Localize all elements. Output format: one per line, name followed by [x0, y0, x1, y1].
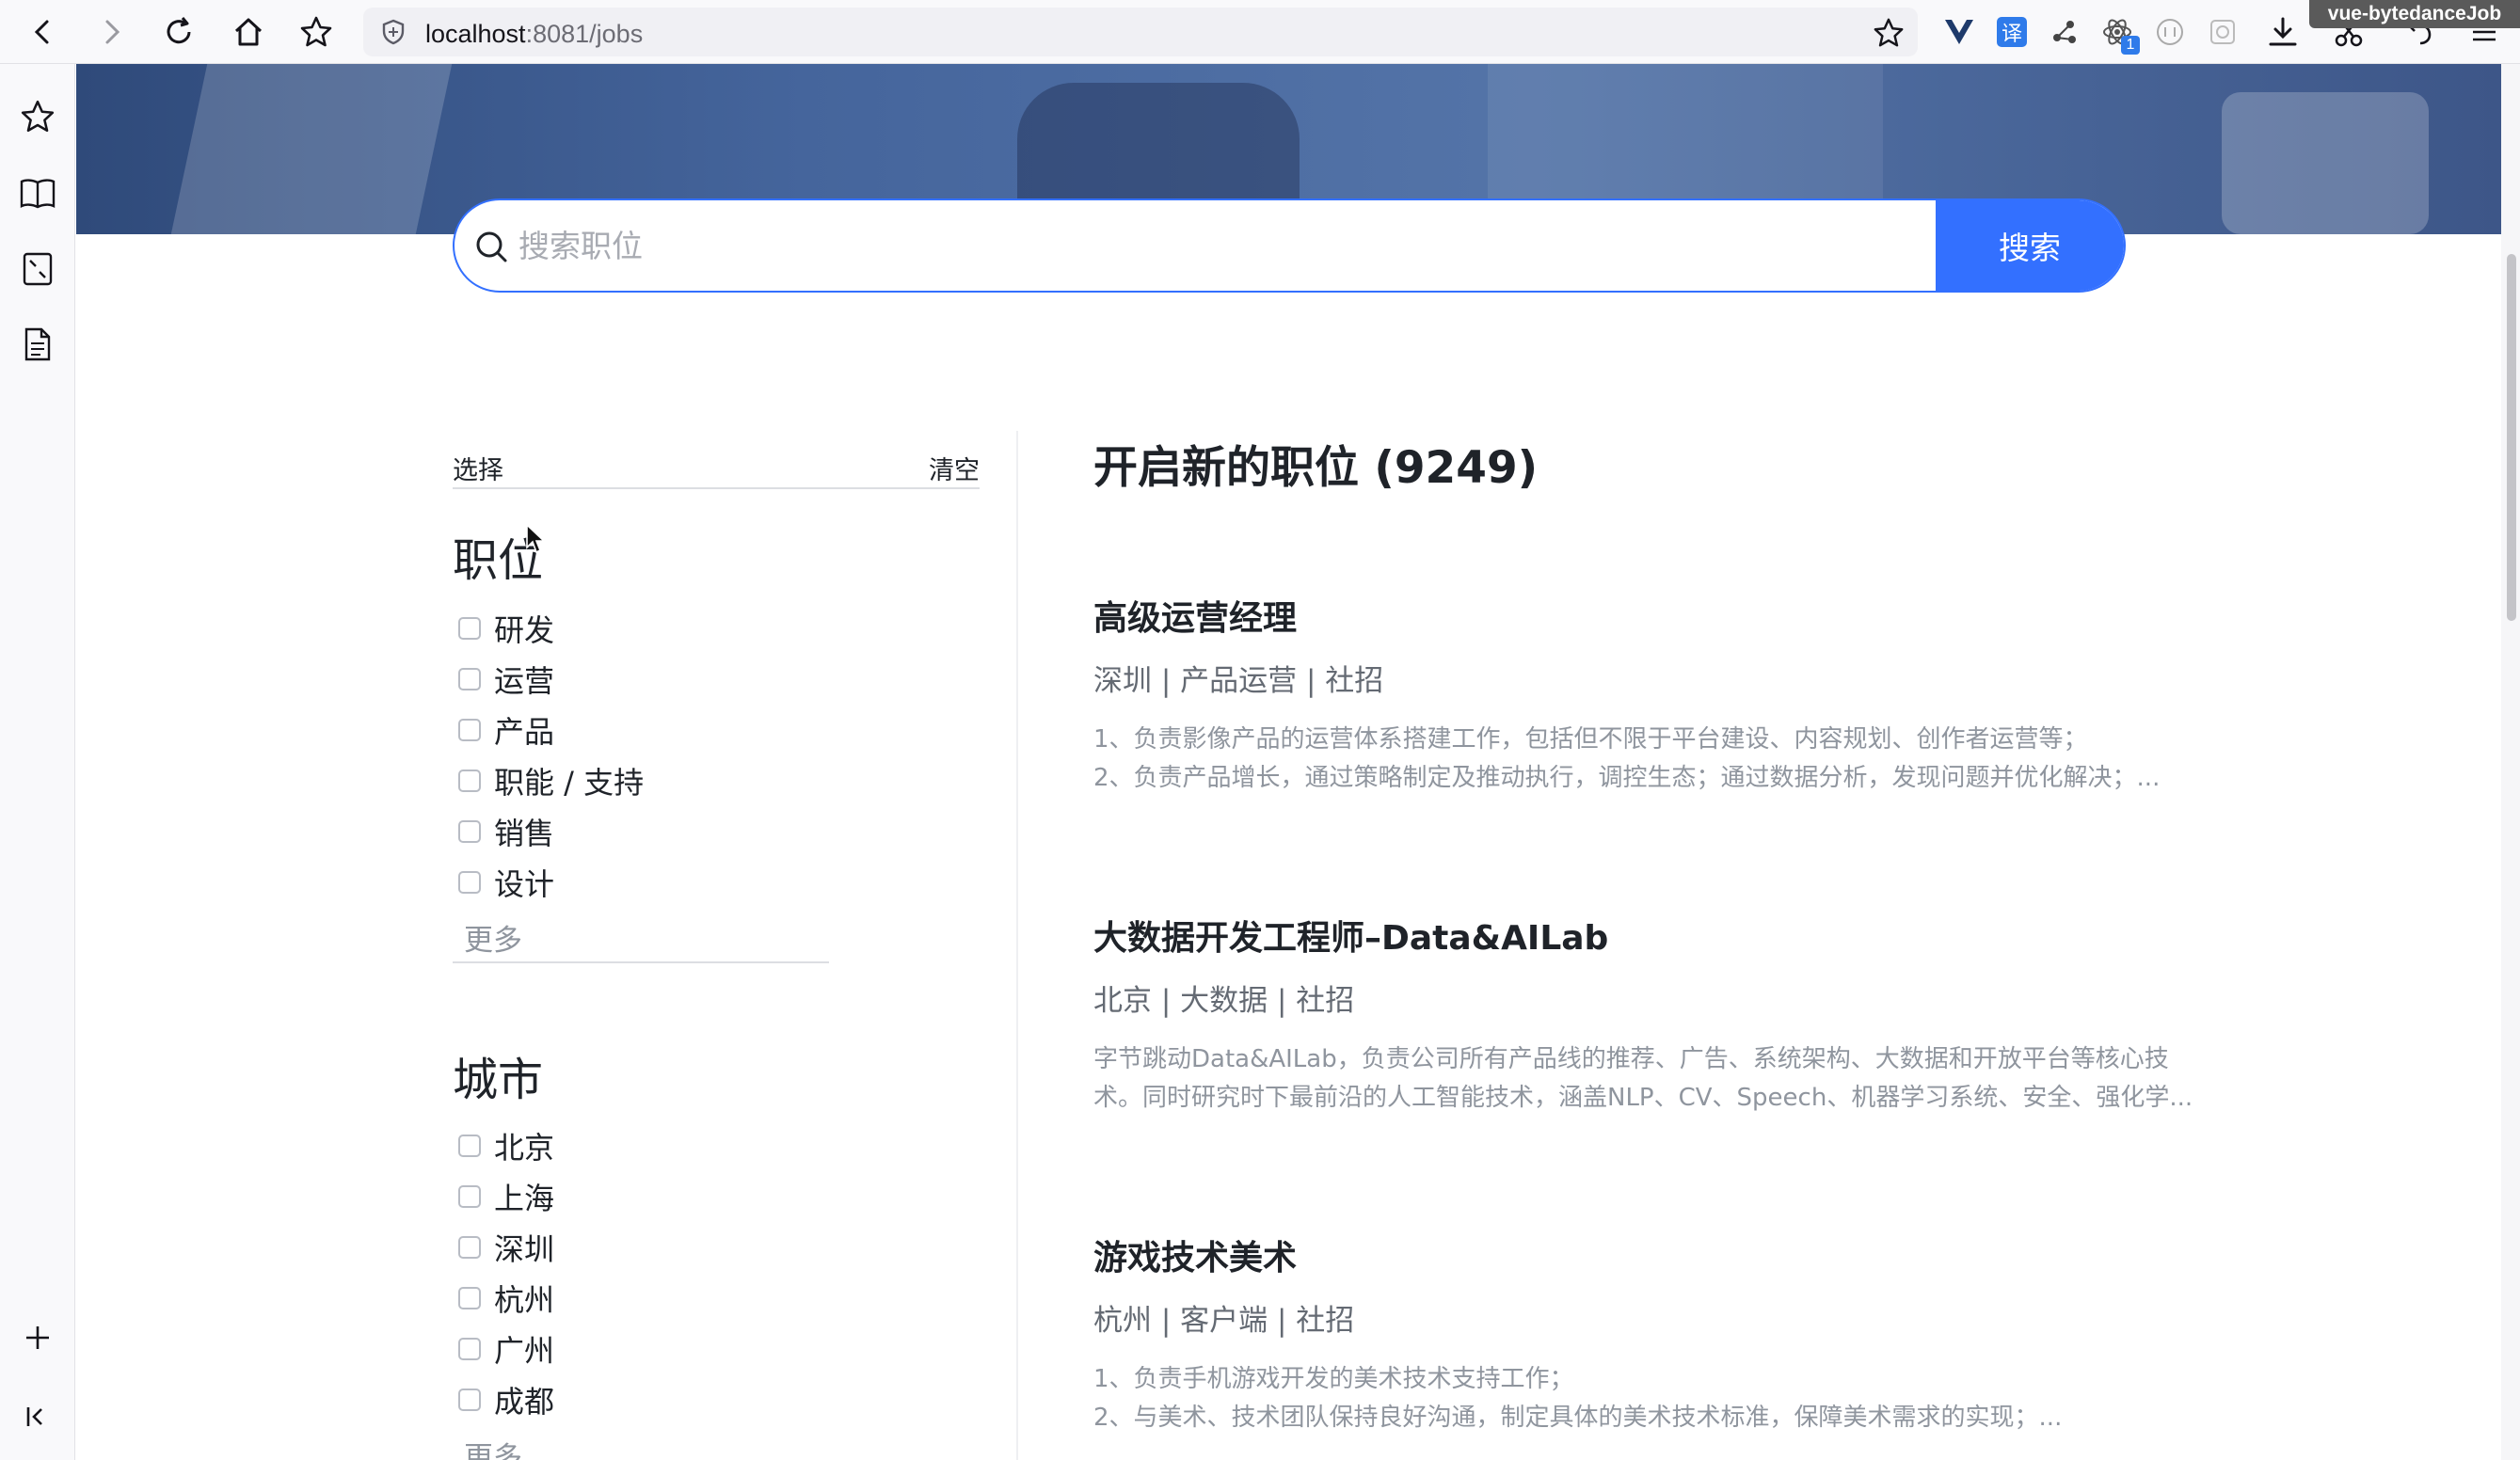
checkbox[interactable]: [458, 1236, 481, 1259]
position-option[interactable]: 职能 / 支持: [458, 762, 644, 801]
job-search-bar: 搜索: [453, 198, 2126, 293]
position-option[interactable]: 设计: [458, 864, 554, 902]
city-option[interactable]: 上海: [458, 1178, 554, 1216]
search-input[interactable]: [518, 200, 1836, 291]
checkbox[interactable]: [458, 719, 481, 741]
checkbox[interactable]: [458, 617, 481, 640]
reload-icon[interactable]: [156, 9, 201, 55]
position-option[interactable]: 研发: [458, 610, 554, 648]
position-option[interactable]: 产品: [458, 711, 554, 750]
react-devtools-icon[interactable]: 1: [2095, 9, 2140, 55]
position-more-link[interactable]: 更多: [464, 916, 522, 959]
checkbox[interactable]: [458, 1135, 481, 1157]
city-more-link[interactable]: 更多: [464, 1434, 522, 1460]
extension-tooltip: vue-bytedanceJob: [2309, 0, 2520, 28]
sidebar-bookmarks-star-icon[interactable]: [15, 94, 60, 139]
city-filter-title: 城市: [453, 1054, 544, 1106]
position-option[interactable]: 销售: [458, 813, 554, 851]
sidebar-add-icon[interactable]: [15, 1315, 60, 1360]
checkbox[interactable]: [458, 1338, 481, 1360]
search-button[interactable]: 搜索: [1936, 200, 2124, 291]
job-title[interactable]: 游戏技术美术: [1093, 1230, 1297, 1279]
job-meta: 杭州 | 客户端 | 社招: [1093, 1304, 1355, 1338]
sidebar-notes-icon[interactable]: [15, 322, 60, 367]
page-content: 搜索 选择 清空 职位 研发 运营 产品 职能 / 支持 销售 设计 更多 城市…: [76, 64, 2502, 1460]
filter-header: 选择 清空: [453, 431, 980, 489]
checkbox[interactable]: [458, 1185, 481, 1208]
checkbox[interactable]: [458, 820, 481, 843]
download-icon[interactable]: [2260, 9, 2305, 55]
sidebar-reading-book-icon[interactable]: [15, 171, 60, 216]
position-option[interactable]: 运营: [458, 660, 554, 699]
browser-sidebar: [0, 64, 75, 1460]
sidebar-screenshot-icon[interactable]: [15, 246, 60, 292]
url-text: localhost:8081/jobs: [425, 20, 644, 48]
back-icon[interactable]: [21, 9, 66, 55]
city-option[interactable]: 北京: [458, 1127, 554, 1166]
home-icon[interactable]: [226, 9, 271, 55]
city-option[interactable]: 杭州: [458, 1279, 554, 1318]
mouse-cursor-icon: [526, 523, 547, 554]
site-shield-icon[interactable]: [380, 19, 407, 49]
extension-count-badge: 1: [2121, 36, 2140, 55]
filter-select-label: 选择: [453, 456, 503, 485]
job-title[interactable]: 大数据开发工程师–Data&AILab: [1093, 911, 1608, 960]
checkbox[interactable]: [458, 1287, 481, 1309]
city-option[interactable]: 广州: [458, 1330, 554, 1369]
filter-clear-button[interactable]: 清空: [929, 450, 980, 486]
page-scrollbar-thumb[interactable]: [2507, 254, 2516, 621]
forward-icon[interactable]: [88, 9, 134, 55]
city-option[interactable]: 深圳: [458, 1229, 554, 1267]
search-icon: [476, 231, 507, 262]
checkbox[interactable]: [458, 770, 481, 792]
translate-icon[interactable]: 译: [1989, 9, 2034, 55]
vue-devtools-icon[interactable]: [1937, 9, 1982, 55]
extension-puzzle-icon[interactable]: [2200, 9, 2245, 55]
extension-circle-icon[interactable]: [2147, 9, 2193, 55]
job-description: 字节跳动Data&AILab，负责公司所有产品线的推荐、广告、系统架构、大数据和…: [1093, 1045, 2193, 1112]
job-count-heading: 开启新的职位 (9249): [1093, 442, 1539, 494]
bookmark-star-icon[interactable]: [294, 9, 339, 55]
sidebar-collapse-icon[interactable]: [15, 1394, 60, 1439]
city-option[interactable]: 成都: [458, 1381, 554, 1420]
checkbox[interactable]: [458, 1389, 481, 1411]
divider: [453, 961, 829, 963]
browser-toolbar: localhost:8081/jobs 译 1 vue-bytedanceJob: [0, 0, 2520, 64]
share-nodes-icon[interactable]: [2042, 9, 2087, 55]
address-bar[interactable]: localhost:8081/jobs: [363, 8, 1918, 56]
bookmark-page-star-icon[interactable]: [1873, 17, 1905, 53]
checkbox[interactable]: [458, 871, 481, 894]
job-meta: 深圳 | 产品运营 | 社招: [1093, 664, 1384, 698]
column-divider: [1016, 431, 1018, 1460]
job-title[interactable]: 高级运营经理: [1093, 591, 1297, 640]
checkbox[interactable]: [458, 668, 481, 690]
job-description: 1、负责影像产品的运营体系搭建工作，包括但不限于平台建设、内容规划、创作者运营等…: [1093, 725, 2161, 792]
job-meta: 北京 | 大数据 | 社招: [1093, 984, 1355, 1018]
job-description: 1、负责手机游戏开发的美术技术支持工作； 2、与美术、技术团队保持良好沟通，制定…: [1093, 1365, 2063, 1432]
